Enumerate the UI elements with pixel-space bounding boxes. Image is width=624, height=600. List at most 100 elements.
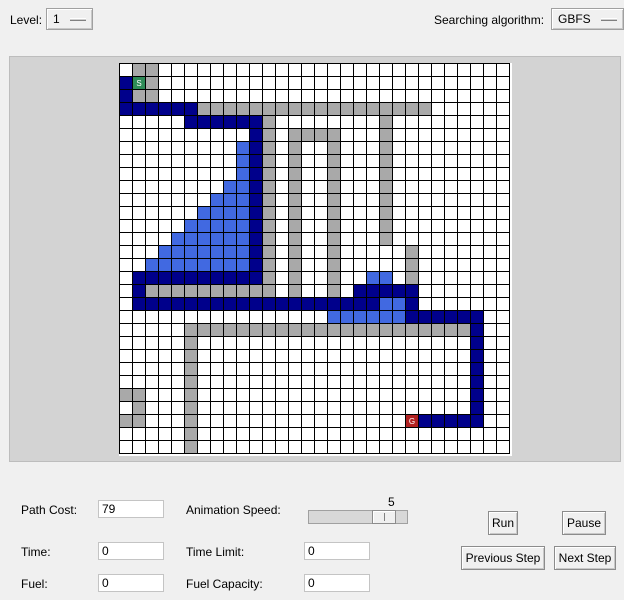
grid-cell[interactable] — [171, 375, 185, 389]
grid-cell[interactable] — [483, 284, 497, 298]
grid-cell[interactable] — [288, 232, 302, 246]
grid-cell[interactable] — [483, 297, 497, 311]
grid-cell[interactable] — [210, 76, 224, 90]
grid-cell[interactable] — [171, 102, 185, 116]
grid-cell[interactable] — [223, 401, 237, 415]
grid-cell[interactable] — [275, 89, 289, 103]
grid-cell[interactable] — [327, 180, 341, 194]
grid-cell[interactable] — [145, 401, 159, 415]
grid-cell[interactable] — [158, 154, 172, 168]
grid-cell[interactable] — [457, 206, 471, 220]
grid-cell[interactable] — [301, 180, 315, 194]
grid-cell[interactable] — [158, 102, 172, 116]
grid-cell[interactable] — [431, 115, 445, 129]
grid-cell[interactable] — [145, 193, 159, 207]
grid-cell[interactable] — [262, 310, 276, 324]
grid-cell[interactable] — [340, 167, 354, 181]
grid-cell[interactable] — [132, 180, 146, 194]
grid-cell[interactable] — [379, 128, 393, 142]
grid-cell[interactable] — [288, 63, 302, 77]
grid-cell[interactable] — [262, 349, 276, 363]
grid-cell[interactable] — [184, 89, 198, 103]
grid-cell[interactable] — [327, 440, 341, 454]
grid-cell[interactable] — [496, 115, 510, 129]
grid-cell[interactable] — [496, 388, 510, 402]
grid-cell[interactable] — [392, 193, 406, 207]
grid-cell[interactable] — [301, 193, 315, 207]
grid-cell[interactable] — [171, 362, 185, 376]
grid-cell[interactable] — [418, 310, 432, 324]
grid-cell[interactable] — [327, 349, 341, 363]
grid-cell[interactable] — [366, 193, 380, 207]
grid-cell[interactable] — [184, 362, 198, 376]
grid-cell[interactable] — [340, 63, 354, 77]
grid-cell[interactable] — [119, 128, 133, 142]
grid-cell[interactable] — [236, 206, 250, 220]
grid-cell[interactable] — [327, 193, 341, 207]
grid-cell[interactable] — [223, 141, 237, 155]
grid-cell[interactable] — [483, 232, 497, 246]
grid-cell[interactable] — [444, 414, 458, 428]
grid-cell[interactable] — [275, 76, 289, 90]
grid-cell[interactable] — [275, 180, 289, 194]
grid-cell[interactable] — [145, 271, 159, 285]
grid-cell[interactable] — [301, 76, 315, 90]
grid-cell[interactable] — [483, 427, 497, 441]
grid-cell[interactable] — [405, 401, 419, 415]
grid-cell[interactable] — [236, 76, 250, 90]
grid-cell[interactable] — [158, 258, 172, 272]
grid-cell[interactable] — [457, 427, 471, 441]
grid-cell[interactable] — [483, 193, 497, 207]
grid-cell[interactable] — [431, 76, 445, 90]
grid-cell[interactable] — [340, 310, 354, 324]
grid-cell[interactable] — [353, 323, 367, 337]
grid-cell[interactable] — [236, 414, 250, 428]
grid-cell[interactable] — [431, 388, 445, 402]
grid-cell[interactable] — [249, 167, 263, 181]
grid-cell[interactable] — [483, 63, 497, 77]
grid-cell[interactable] — [197, 63, 211, 77]
grid-cell[interactable] — [275, 310, 289, 324]
grid-cell[interactable] — [496, 89, 510, 103]
grid-cell[interactable] — [418, 414, 432, 428]
grid-cell[interactable] — [340, 401, 354, 415]
grid-cell[interactable] — [184, 427, 198, 441]
grid-cell[interactable] — [353, 297, 367, 311]
grid-cell[interactable] — [340, 245, 354, 259]
grid-cell[interactable] — [119, 375, 133, 389]
grid-cell[interactable] — [314, 232, 328, 246]
grid-cell[interactable] — [353, 310, 367, 324]
grid-cell[interactable] — [262, 76, 276, 90]
grid-cell[interactable] — [301, 362, 315, 376]
grid-cell[interactable] — [132, 323, 146, 337]
grid-cell[interactable] — [158, 297, 172, 311]
grid-cell[interactable] — [353, 180, 367, 194]
grid-cell[interactable] — [366, 258, 380, 272]
grid-cell[interactable] — [210, 414, 224, 428]
grid-cell[interactable] — [249, 245, 263, 259]
grid-cell[interactable] — [210, 206, 224, 220]
grid-cell[interactable] — [340, 414, 354, 428]
grid-cell[interactable] — [210, 89, 224, 103]
grid-cell[interactable] — [275, 63, 289, 77]
grid-cell[interactable] — [171, 336, 185, 350]
grid-cell[interactable] — [171, 141, 185, 155]
grid-cell[interactable] — [444, 115, 458, 129]
grid-cell[interactable] — [353, 440, 367, 454]
grid-cell[interactable] — [145, 154, 159, 168]
grid-cell[interactable] — [405, 89, 419, 103]
grid-cell[interactable] — [236, 193, 250, 207]
grid-cell[interactable] — [197, 141, 211, 155]
grid-cell[interactable] — [483, 89, 497, 103]
grid-cell[interactable] — [171, 440, 185, 454]
grid-cell[interactable] — [288, 102, 302, 116]
grid-cell[interactable] — [496, 76, 510, 90]
grid-cell[interactable] — [470, 310, 484, 324]
grid-cell[interactable] — [132, 154, 146, 168]
grid-cell[interactable] — [314, 167, 328, 181]
grid-cell[interactable] — [249, 141, 263, 155]
grid-cell[interactable] — [457, 89, 471, 103]
grid-cell[interactable] — [327, 232, 341, 246]
grid-cell[interactable] — [236, 310, 250, 324]
grid-cell[interactable] — [340, 336, 354, 350]
